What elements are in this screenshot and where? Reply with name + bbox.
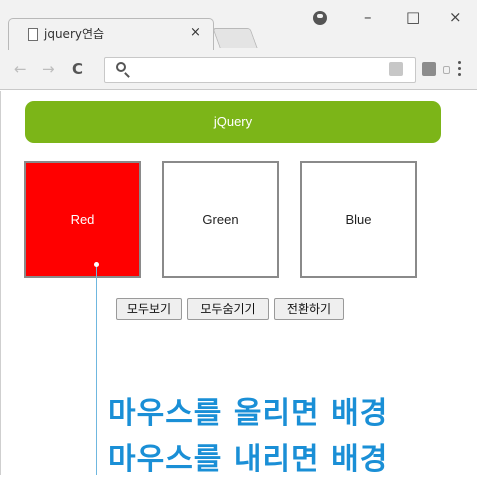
close-window-button[interactable]: × [449, 8, 462, 26]
maximize-button[interactable]: □ [406, 8, 420, 26]
annotation-pointer [94, 262, 99, 475]
toggle-button[interactable]: 전환하기 [274, 298, 344, 320]
extension-icon[interactable] [389, 62, 403, 76]
back-button[interactable]: ← [14, 60, 27, 78]
search-icon [116, 62, 126, 72]
show-all-button[interactable]: 모두보기 [116, 298, 182, 320]
incognito-icon[interactable] [422, 62, 436, 76]
profile-icon[interactable] [313, 11, 327, 25]
page-border [0, 91, 1, 475]
new-tab-button[interactable] [212, 28, 258, 48]
address-bar[interactable] [104, 57, 416, 83]
reload-button[interactable]: C [72, 60, 83, 78]
green-box[interactable]: Green [162, 161, 279, 278]
cast-icon[interactable] [443, 66, 450, 74]
browser-tab[interactable] [8, 18, 214, 50]
blue-box[interactable]: Blue [300, 161, 417, 278]
red-box[interactable]: Red [24, 161, 141, 278]
tab-title: jquery연습 [44, 27, 105, 41]
menu-icon[interactable] [458, 61, 462, 77]
annotation-caption-line1: 마우스를 올리면 배경 [108, 396, 389, 431]
hide-all-button[interactable]: 모두숨기기 [187, 298, 269, 320]
tab-close-button[interactable]: × [190, 26, 201, 40]
page-header: jQuery [25, 101, 441, 143]
minimize-button[interactable]: – [364, 8, 372, 26]
annotation-caption-line2: 마우스를 내리면 배경 [108, 442, 389, 477]
forward-button[interactable]: → [42, 60, 55, 78]
page-icon [28, 28, 38, 41]
